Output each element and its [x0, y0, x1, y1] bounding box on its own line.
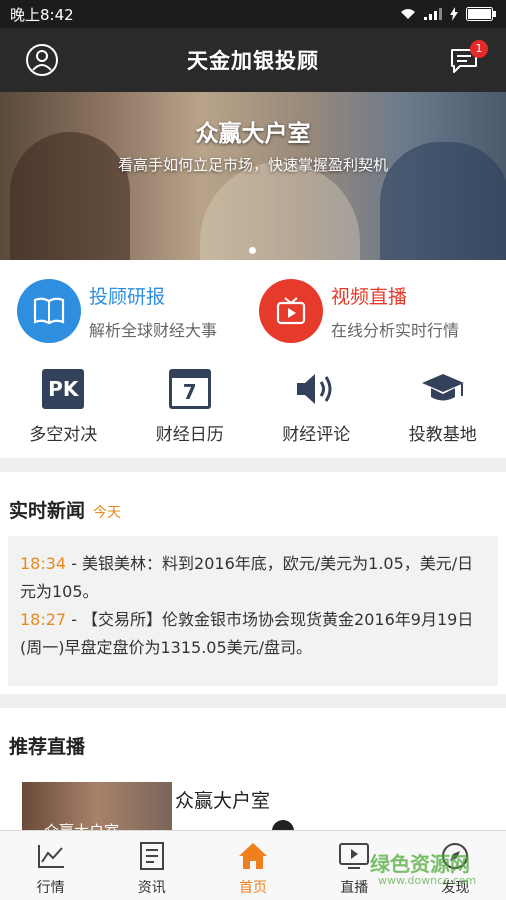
video-live-entry[interactable]: 视频直播 在线分析实时行情 [259, 278, 459, 344]
grid-item-pk[interactable]: PK 多空对决 [0, 368, 127, 448]
news-time: 18:27 [20, 610, 67, 629]
banner-title: 众赢大户室 [195, 121, 311, 147]
status-time: 晚上8:42 [10, 5, 74, 24]
research-report-entry[interactable]: 投顾研报 解析全球财经大事 [17, 278, 217, 344]
message-badge: 1 [470, 40, 488, 58]
news-header: 实时新闻 今天 [9, 496, 121, 523]
graduation-cap-icon [420, 368, 466, 410]
wifi-icon [401, 9, 415, 19]
banner-figure [10, 132, 130, 260]
status-icons [400, 7, 496, 21]
promo-banner[interactable]: 众赢大户室 看高手如何立足市场，快速掌握盈利契机 [0, 92, 506, 260]
home-icon [237, 839, 269, 873]
news-heading: 实时新闻 [9, 500, 86, 522]
book-icon [17, 279, 81, 343]
tab-label: 首页 [239, 880, 267, 896]
watermark-url: www.downcc.com [378, 874, 477, 887]
pk-icon: PK [42, 368, 85, 410]
banner-subtitle: 看高手如何立足市场，快速掌握盈利契机 [117, 156, 388, 174]
grid-item-education[interactable]: 投教基地 [380, 368, 506, 448]
status-bar: 晚上8:42 [0, 0, 506, 28]
charging-icon [450, 7, 458, 21]
calendar-icon: 7 [168, 368, 211, 410]
news-text: - 美银美林：料到2016年底，欧元/美元为1.05，美元/日元为105。 [20, 554, 474, 601]
signal-icon [424, 8, 442, 20]
news-text: - 【交易所】伦敦金银市场协会现货黄金2016年9月19日(周一)早盘定盘价为1… [20, 610, 474, 657]
feature-subtitle: 解析全球财经大事 [89, 320, 218, 340]
speaker-icon [293, 368, 339, 410]
profile-button[interactable] [24, 42, 60, 78]
recommend-heading: 推荐直播 [9, 736, 86, 758]
tab-market[interactable]: 行情 [0, 831, 101, 900]
chart-line-icon [36, 839, 66, 873]
tab-label: 资讯 [137, 880, 166, 896]
messages-button[interactable]: 1 [446, 40, 488, 78]
tab-label: 直播 [340, 880, 369, 896]
shortcut-grid: PK 多空对决 7 财经日历 财经评论 投教基地 [0, 368, 506, 448]
live-title[interactable]: 众赢大户室 [175, 786, 270, 813]
user-icon [26, 44, 58, 76]
app-bar: 天金加银投顾 1 [0, 28, 506, 92]
app-title: 天金加银投顾 [187, 49, 319, 73]
watermark-text: 绿色资源网 [370, 852, 470, 876]
grid-item-comment[interactable]: 财经评论 [253, 368, 380, 448]
feature-subtitle: 在线分析实时行情 [331, 320, 460, 340]
document-icon [138, 839, 166, 873]
quick-entries: 投顾研报 解析全球财经大事 视频直播 在线分析实时行情 PK 多空对决 7 财经… [0, 260, 506, 458]
news-section: 实时新闻 今天 18:34 - 美银美林：料到2016年底，欧元/美元为1.05… [0, 472, 506, 694]
news-list: 18:34 - 美银美林：料到2016年底，欧元/美元为1.05，美元/日元为1… [8, 536, 498, 686]
news-time: 18:34 [20, 554, 67, 573]
tab-news[interactable]: 资讯 [101, 831, 202, 900]
tab-home[interactable]: 首页 [202, 831, 303, 900]
tab-label: 行情 [36, 880, 65, 896]
video-play-icon [338, 839, 370, 873]
news-item[interactable]: 18:34 - 美银美林：料到2016年底，欧元/美元为1.05，美元/日元为1… [20, 550, 486, 606]
news-date-filter[interactable]: 今天 [93, 502, 121, 522]
grid-item-label: 投教基地 [408, 425, 477, 445]
feature-title: 视频直播 [331, 285, 408, 308]
carousel-indicator [249, 247, 256, 254]
grid-item-label: 财经评论 [282, 425, 351, 445]
recommend-section: 推荐直播 众赢大户室 众赢大户室 [0, 708, 506, 852]
grid-item-calendar[interactable]: 7 财经日历 [127, 368, 254, 448]
feature-title: 投顾研报 [89, 285, 166, 308]
grid-item-label: 财经日历 [155, 425, 224, 445]
battery-icon [466, 7, 496, 21]
banner-figure [200, 162, 360, 260]
news-item[interactable]: 18:27 - 【交易所】伦敦金银市场协会现货黄金2016年9月19日(周一)早… [20, 606, 486, 662]
tv-play-icon [259, 279, 323, 343]
grid-item-label: 多空对决 [29, 425, 98, 445]
